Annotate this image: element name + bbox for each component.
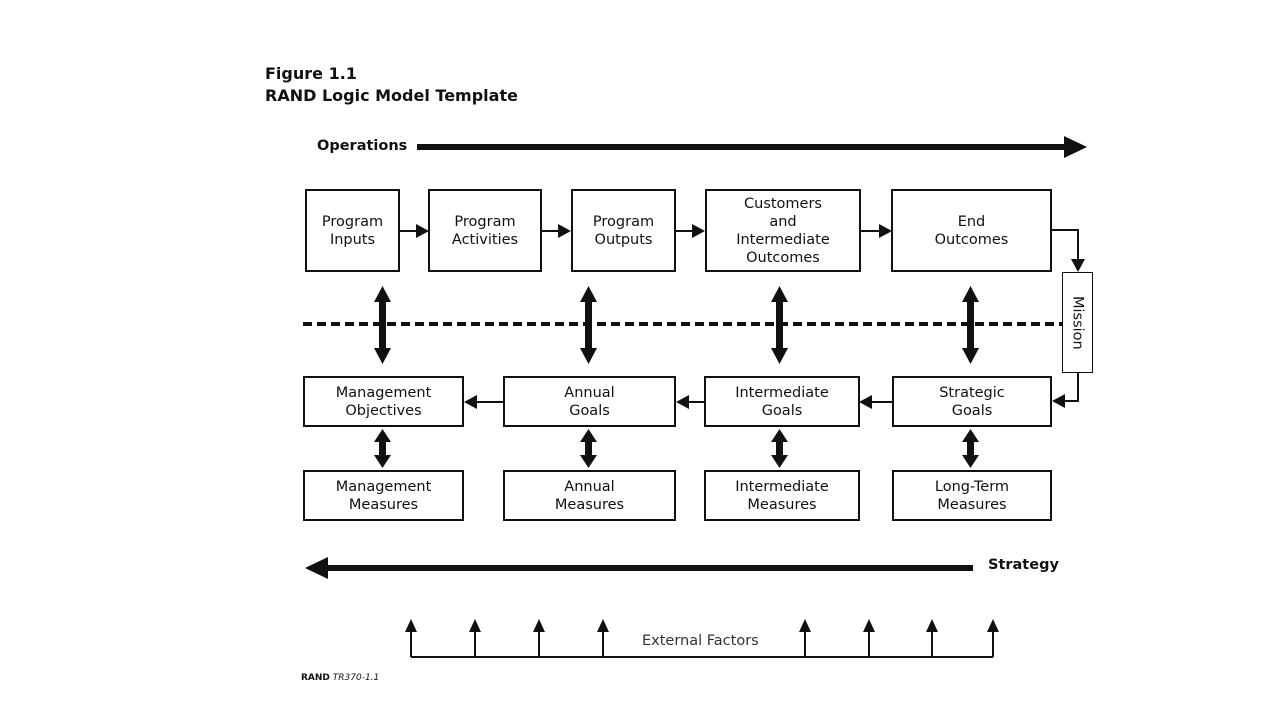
external-factors-label: External Factors: [642, 633, 759, 649]
double-arrow: [374, 429, 391, 468]
management-objectives-box: Management Objectives: [303, 376, 464, 427]
flow-arrow: [676, 395, 704, 409]
program-inputs-box: Program Inputs: [305, 189, 400, 272]
flow-arrow: [676, 224, 705, 238]
mission-in-arrow: [1052, 229, 1085, 272]
intermediate-goals-box: Intermediate Goals: [704, 376, 860, 427]
intermediate-measures-box: Intermediate Measures: [704, 470, 860, 521]
mission-out-arrow: [1052, 373, 1079, 408]
strategy-arrow: [305, 557, 973, 579]
external-factor-arrow: [926, 619, 938, 657]
double-arrow: [580, 286, 597, 364]
external-factor-arrow: [405, 619, 417, 657]
strategic-goals-box: Strategic Goals: [892, 376, 1052, 427]
external-factor-arrow: [799, 619, 811, 657]
annual-goals-box: Annual Goals: [503, 376, 676, 427]
double-arrow: [580, 429, 597, 468]
source-id: TR370-1.1: [332, 673, 380, 683]
flow-arrow: [860, 224, 892, 238]
program-outputs-box: Program Outputs: [571, 189, 676, 272]
mission-label: Mission: [1069, 295, 1086, 350]
flow-arrow: [399, 224, 429, 238]
external-factor-arrow: [533, 619, 545, 657]
annual-measures-box: Annual Measures: [503, 470, 676, 521]
source-org: RAND: [301, 673, 330, 683]
double-arrow: [962, 429, 979, 468]
external-factor-arrow: [597, 619, 609, 657]
program-activities-box: Program Activities: [428, 189, 542, 272]
management-measures-box: Management Measures: [303, 470, 464, 521]
external-factor-arrow: [469, 619, 481, 657]
operations-arrow: [417, 136, 1087, 158]
flow-arrow: [859, 395, 892, 409]
double-arrow: [771, 429, 788, 468]
flow-arrow: [464, 395, 503, 409]
mission-box: Mission: [1062, 272, 1093, 373]
customers-intermediate-outcomes-box: Customers and Intermediate Outcomes: [705, 189, 861, 272]
external-factor-arrow: [863, 619, 875, 657]
flow-arrow: [542, 224, 571, 238]
end-outcomes-box: End Outcomes: [891, 189, 1052, 272]
source-note: RAND TR370-1.1: [301, 673, 379, 683]
long-term-measures-box: Long-Term Measures: [892, 470, 1052, 521]
external-factor-arrow: [987, 619, 999, 657]
